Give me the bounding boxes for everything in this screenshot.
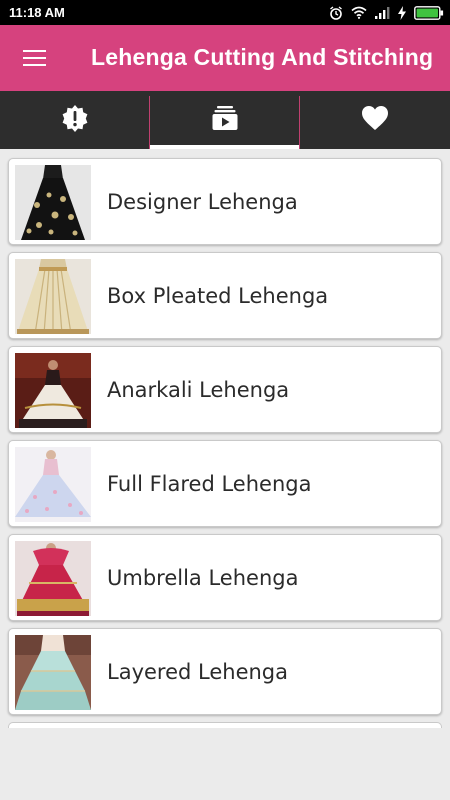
list-item-partial[interactable]	[8, 722, 442, 728]
status-time: 11:18 AM	[9, 5, 65, 20]
list-item-label: Box Pleated Lehenga	[107, 284, 329, 308]
alarm-icon	[329, 5, 343, 20]
app-title: Lehenga Cutting And Stitching	[91, 44, 434, 70]
video-library-icon	[211, 104, 239, 136]
app-bar: Lehenga Cutting And Stitching	[0, 25, 450, 91]
heart-icon	[361, 105, 389, 135]
list-item-label: Full Flared Lehenga	[107, 472, 312, 496]
list-item[interactable]: Box Pleated Lehenga	[8, 252, 442, 339]
list-item-label: Layered Lehenga	[107, 660, 289, 684]
cream-pleated-lehenga-photo	[15, 259, 91, 334]
charging-icon	[398, 5, 406, 20]
list-item[interactable]: Full Flared Lehenga	[8, 440, 442, 527]
list-item[interactable]: Anarkali Lehenga	[8, 346, 442, 433]
tab-alerts[interactable]	[0, 91, 150, 149]
hamburger-menu-icon[interactable]	[20, 45, 50, 71]
red-umbrella-lehenga-photo	[15, 541, 91, 616]
tab-favorites[interactable]	[300, 91, 450, 149]
list-item[interactable]: Designer Lehenga	[8, 158, 442, 245]
status-bar: 11:18 AM	[0, 0, 450, 25]
mint-layered-lehenga-photo	[15, 635, 91, 710]
bridal-anarkali-lehenga-photo	[15, 353, 91, 428]
tab-videos[interactable]	[150, 91, 300, 149]
list-item-label: Anarkali Lehenga	[107, 378, 290, 402]
list-item[interactable]: Layered Lehenga	[8, 628, 442, 715]
black-embroidered-lehenga-photo	[15, 165, 91, 240]
tab-bar	[0, 91, 450, 149]
battery-icon	[414, 5, 444, 20]
signal-icon	[375, 6, 390, 19]
list-item-label: Designer Lehenga	[107, 190, 298, 214]
pastel-flared-lehenga-photo	[15, 447, 91, 522]
wifi-icon	[351, 6, 367, 19]
selected-tab-indicator	[150, 145, 300, 149]
list-item-label: Umbrella Lehenga	[107, 566, 299, 590]
list-item[interactable]: Umbrella Lehenga	[8, 534, 442, 621]
alert-badge-icon	[61, 104, 89, 136]
lehenga-list: Designer Lehenga Box Pleated Lehenga Ana…	[8, 158, 442, 728]
status-icons	[329, 4, 444, 21]
